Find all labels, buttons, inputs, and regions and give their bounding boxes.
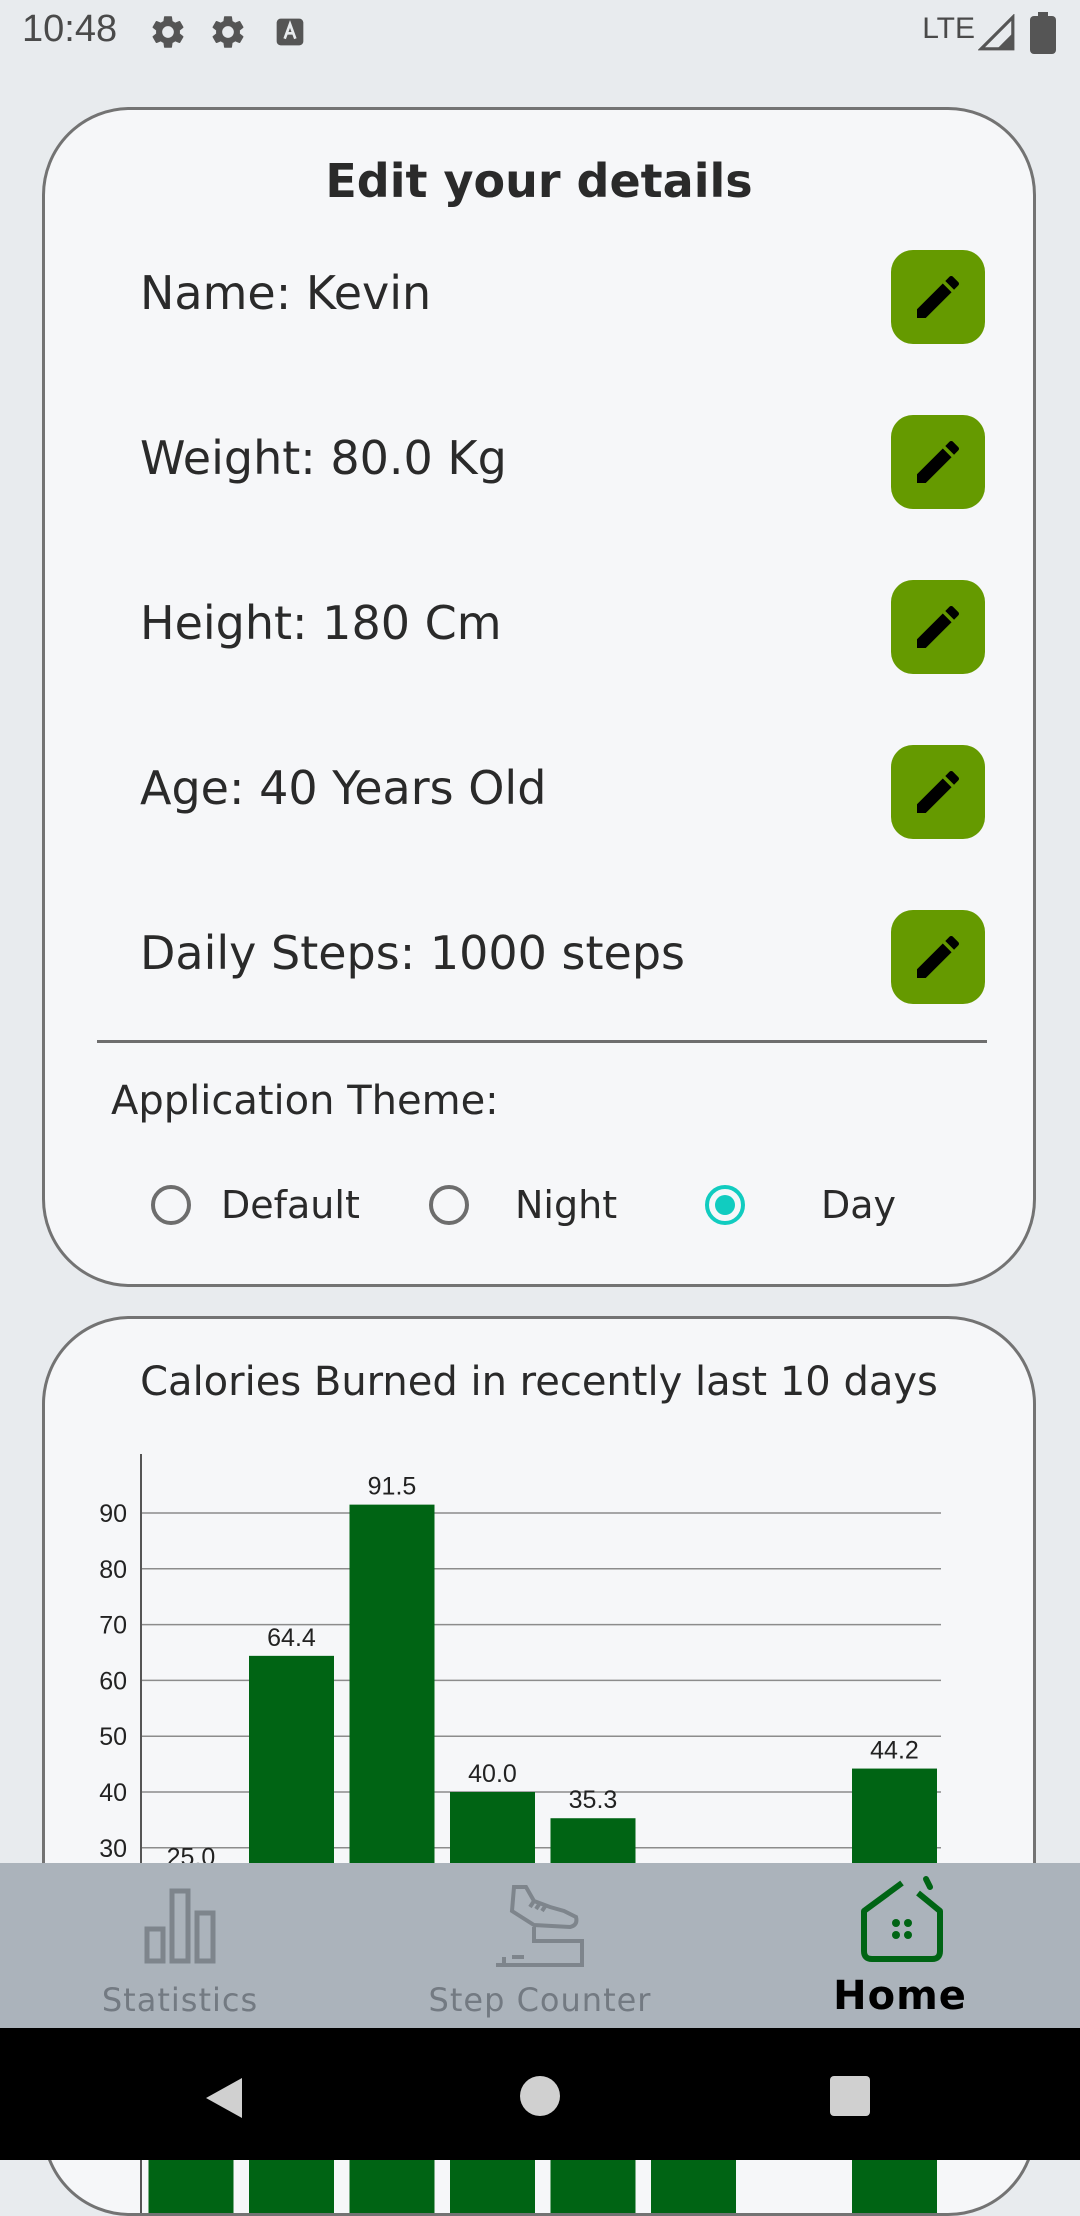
details-card: Edit your details Name: Kevin Weight: 80… — [42, 107, 1036, 1287]
nav-label: Statistics — [101, 1981, 259, 2019]
nav-step-counter[interactable]: Step Counter — [390, 1863, 690, 2028]
y-tick-label: 40 — [99, 1779, 127, 1807]
theme-option-default[interactable]: Default — [151, 1170, 360, 1240]
edit-height-button[interactable] — [891, 580, 985, 674]
bar-value-label: 44.2 — [870, 1737, 919, 1765]
y-tick-label: 70 — [99, 1612, 127, 1640]
theme-option-label: Default — [221, 1183, 360, 1227]
theme-option-label: Day — [821, 1183, 897, 1227]
edit-weight-button[interactable] — [891, 415, 985, 509]
nav-statistics[interactable]: Statistics — [60, 1863, 300, 2028]
y-tick-label: 50 — [99, 1723, 127, 1751]
nav-home[interactable]: Home — [780, 1863, 1020, 2028]
network-type: LTE — [922, 12, 975, 45]
recents-icon[interactable] — [828, 2074, 872, 2118]
radio-button[interactable] — [429, 1185, 469, 1225]
edit-name-button[interactable] — [891, 250, 985, 344]
settings-icon — [212, 16, 244, 48]
details-title: Edit your details — [325, 154, 753, 208]
bar-value-label: 40.0 — [468, 1760, 517, 1788]
bar-chart-icon — [144, 1888, 216, 1964]
detail-row-daily-steps: Daily Steps: 1000 steps — [45, 910, 1033, 1006]
theme-option-night[interactable]: Night — [429, 1170, 617, 1240]
weight-label: Weight: 80.0 Kg — [140, 431, 507, 485]
theme-option-day[interactable]: Day — [705, 1170, 896, 1240]
edit-daily-steps-button[interactable] — [891, 910, 985, 1004]
detail-row-weight: Weight: 80.0 Kg — [45, 415, 1033, 511]
bottom-navigation: Statistics Step Counter Home — [0, 1863, 1080, 2028]
battery-icon — [1030, 12, 1056, 54]
nav-label: Home — [833, 1973, 967, 2019]
y-tick-label: 60 — [99, 1667, 127, 1695]
daily-steps-label: Daily Steps: 1000 steps — [140, 926, 685, 980]
pencil-icon — [917, 770, 960, 813]
home-circle-icon[interactable] — [518, 2074, 562, 2118]
signal-icon — [978, 14, 1015, 51]
keyboard-a-icon — [276, 18, 304, 46]
detail-row-height: Height: 180 Cm — [45, 580, 1033, 676]
home-icon — [861, 1876, 943, 1962]
settings-icon — [152, 16, 184, 48]
age-label: Age: 40 Years Old — [140, 761, 547, 815]
system-navigation-bar — [0, 2028, 1080, 2160]
divider — [97, 1040, 987, 1043]
chart-title: Calories Burned in recently last 10 days — [140, 1359, 938, 1405]
edit-age-button[interactable] — [891, 745, 985, 839]
detail-row-name: Name: Kevin — [45, 250, 1033, 346]
y-tick-label: 90 — [99, 1500, 127, 1528]
pencil-icon — [917, 605, 960, 648]
theme-label: Application Theme: — [111, 1078, 499, 1124]
y-tick-label: 80 — [99, 1556, 127, 1584]
bar-value-label: 64.4 — [267, 1624, 316, 1652]
status-time: 10:48 — [22, 8, 118, 50]
y-tick-label: 30 — [99, 1835, 127, 1863]
radio-button[interactable] — [151, 1185, 191, 1225]
shoe-step-icon — [496, 1885, 584, 1967]
theme-radio-group: Default Night Day — [45, 1170, 1033, 1240]
back-icon[interactable] — [202, 2074, 246, 2122]
status-bar: 10:48 LTE — [0, 0, 1080, 66]
pencil-icon — [917, 935, 960, 978]
theme-option-label: Night — [515, 1183, 618, 1227]
nav-label: Step Counter — [428, 1981, 652, 2019]
name-label: Name: Kevin — [140, 266, 432, 320]
pencil-icon — [917, 275, 960, 318]
detail-row-age: Age: 40 Years Old — [45, 745, 1033, 841]
radio-button-checked[interactable] — [705, 1185, 745, 1225]
bar-value-label: 91.5 — [368, 1473, 417, 1501]
bar-value-label: 35.3 — [569, 1786, 618, 1814]
height-label: Height: 180 Cm — [140, 596, 502, 650]
pencil-icon — [917, 440, 960, 483]
